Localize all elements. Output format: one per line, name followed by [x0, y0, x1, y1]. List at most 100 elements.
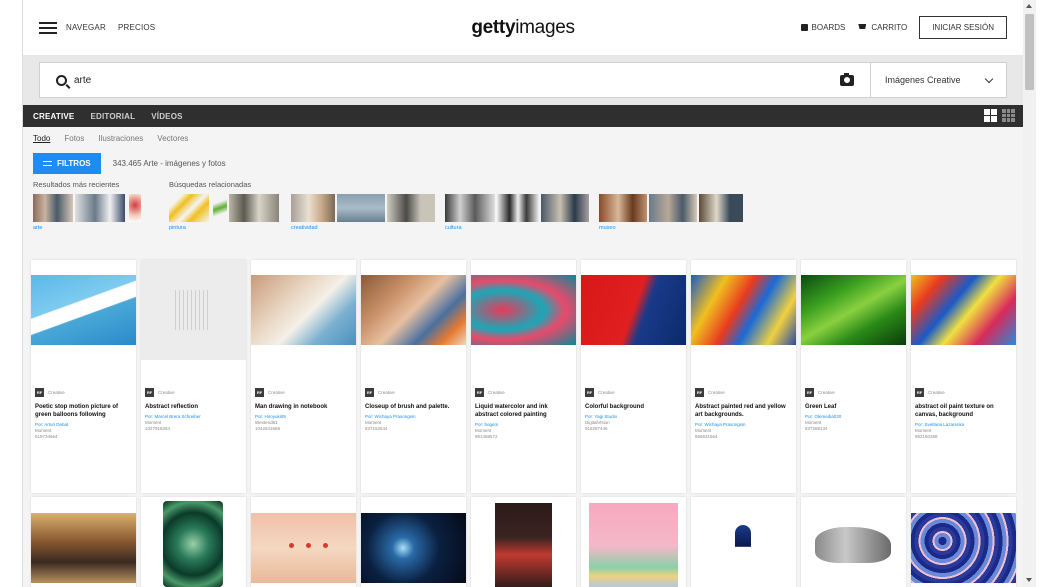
card-title[interactable]: Man drawing in notebook [255, 403, 352, 411]
scroll-down-arrow-icon[interactable] [1026, 578, 1032, 582]
card-image[interactable] [911, 497, 1016, 587]
card-badge: Creative [818, 390, 835, 395]
image-card[interactable] [691, 497, 796, 587]
card-title[interactable]: Liquid watercolor and ink abstract color… [475, 403, 572, 419]
card-title[interactable]: Closeup of brush and palette. [365, 403, 462, 411]
royalty-free-badge: RF [365, 388, 374, 397]
image-card[interactable]: RF Creative Green Leaf Por: Olemedia030 M… [801, 260, 906, 493]
image-card[interactable] [251, 497, 356, 587]
related-search-thumbnail[interactable] [169, 194, 209, 222]
camera-search-icon[interactable] [840, 72, 854, 86]
related-search-thumbnail[interactable] [599, 194, 647, 222]
getty-images-logo[interactable]: gettyimages [471, 17, 575, 39]
related-search-thumbnail[interactable] [387, 194, 435, 222]
card-image[interactable] [141, 497, 246, 587]
related-search-thumbnail[interactable] [229, 194, 279, 222]
card-image[interactable] [581, 497, 686, 587]
card-image[interactable] [801, 497, 906, 587]
tab-creative[interactable]: CREATIVE [33, 112, 74, 121]
card-image[interactable] [691, 260, 796, 360]
navigate-link[interactable]: NAVEGAR [66, 23, 106, 32]
related-search-thumbnail[interactable] [337, 194, 385, 222]
image-card[interactable] [361, 497, 466, 587]
royalty-free-badge: RF [145, 388, 154, 397]
scrollbar-thumb[interactable] [1025, 14, 1034, 90]
card-image[interactable] [31, 260, 136, 360]
image-card[interactable] [31, 497, 136, 587]
subtab-vectors[interactable]: Vectores [157, 134, 188, 143]
recent-result-thumbnail[interactable] [33, 194, 73, 222]
related-search-thumbnail[interactable] [649, 194, 697, 222]
card-meta: RF Creative Green Leaf Por: Olemedia030 M… [805, 388, 902, 432]
related-search-thumbnail[interactable] [541, 194, 589, 222]
card-title[interactable]: Abstract reflection [145, 403, 242, 411]
hamburger-menu-icon[interactable] [39, 21, 57, 34]
card-image[interactable] [361, 260, 466, 360]
card-image[interactable] [471, 497, 576, 587]
search-input[interactable] [74, 74, 840, 86]
filters-button[interactable]: FILTROS [33, 152, 101, 174]
card-image[interactable] [911, 260, 1016, 360]
image-card[interactable]: RF Creative Poetic stop motion picture of… [31, 260, 136, 493]
image-card[interactable]: RF Creative Abstract reflection Por: Marc… [141, 260, 246, 493]
cart-icon [857, 24, 867, 31]
related-caption[interactable]: creatividad [291, 225, 318, 231]
card-image[interactable] [361, 497, 466, 587]
card-title[interactable]: abstract oil paint texture on canvas, ba… [915, 403, 1012, 419]
vertical-scrollbar[interactable] [1023, 0, 1036, 587]
card-image[interactable] [691, 497, 796, 587]
card-image[interactable] [141, 260, 246, 360]
image-card[interactable]: RF Creative abstract oil paint texture on… [911, 260, 1016, 493]
login-button[interactable]: INICIAR SESIÓN [919, 16, 1007, 39]
scroll-up-arrow-icon[interactable] [1026, 4, 1032, 8]
card-image[interactable] [31, 497, 136, 587]
card-image[interactable] [801, 260, 906, 360]
recent-result-thumbnail[interactable] [129, 194, 141, 222]
card-image[interactable] [471, 260, 576, 360]
image-card[interactable] [911, 497, 1016, 587]
image-card[interactable]: RF Creative Liquid watercolor and ink abs… [471, 260, 576, 493]
recent-result-thumbnail[interactable] [75, 194, 125, 222]
card-title[interactable]: Green Leaf [805, 403, 902, 411]
card-image[interactable] [581, 260, 686, 360]
boards-link[interactable]: BOARDS [800, 23, 845, 32]
card-image[interactable] [251, 260, 356, 360]
tab-videos[interactable]: VÍDEOS [151, 112, 182, 121]
subtab-photos[interactable]: Fotos [64, 134, 84, 143]
image-type-select[interactable]: Imágenes Creative [870, 63, 1006, 97]
related-search-thumbnail[interactable] [213, 194, 227, 222]
card-badge: Creative [708, 390, 725, 395]
royalty-free-badge: RF [35, 388, 44, 397]
grid-view-icon[interactable] [984, 109, 997, 122]
related-search-thumbnail[interactable] [497, 194, 539, 222]
tab-editorial[interactable]: EDITORIAL [90, 112, 135, 121]
image-card[interactable] [471, 497, 576, 587]
related-search-thumbnail[interactable] [291, 194, 335, 222]
image-card[interactable]: RF Creative Abstract painted red and yell… [691, 260, 796, 493]
subtab-all[interactable]: Todo [33, 134, 50, 143]
card-title[interactable]: Poetic stop motion picture of green ball… [35, 403, 132, 419]
image-card[interactable] [801, 497, 906, 587]
card-badge: Creative [378, 390, 395, 395]
search-band: Imágenes Creative [23, 55, 1023, 105]
image-card[interactable]: RF Creative Colorful background Por: Yagi… [581, 260, 686, 493]
related-caption[interactable]: museo [599, 225, 616, 231]
card-title[interactable]: Colorful background [585, 403, 682, 411]
card-id: 637269134 [805, 426, 828, 431]
image-card[interactable]: RF Creative Closeup of brush and palette.… [361, 260, 466, 493]
card-title[interactable]: Abstract painted red and yellow art back… [695, 403, 792, 419]
image-card[interactable] [141, 497, 246, 587]
mosaic-view-icon[interactable] [1002, 109, 1015, 122]
cart-link[interactable]: CARRITO [857, 23, 907, 32]
related-caption[interactable]: cultura [445, 225, 462, 231]
related-search-thumbnail[interactable] [445, 194, 495, 222]
search-icon[interactable] [56, 74, 67, 86]
related-caption[interactable]: pintura [169, 225, 186, 231]
subtab-illustrations[interactable]: Ilustraciones [98, 134, 143, 143]
card-image[interactable] [251, 497, 356, 587]
image-card[interactable]: RF Creative Man drawing in notebook Por: … [251, 260, 356, 493]
prices-link[interactable]: PRECIOS [118, 23, 155, 32]
related-caption[interactable]: arte [33, 225, 42, 231]
related-search-thumbnail[interactable] [699, 194, 743, 222]
image-card[interactable] [581, 497, 686, 587]
